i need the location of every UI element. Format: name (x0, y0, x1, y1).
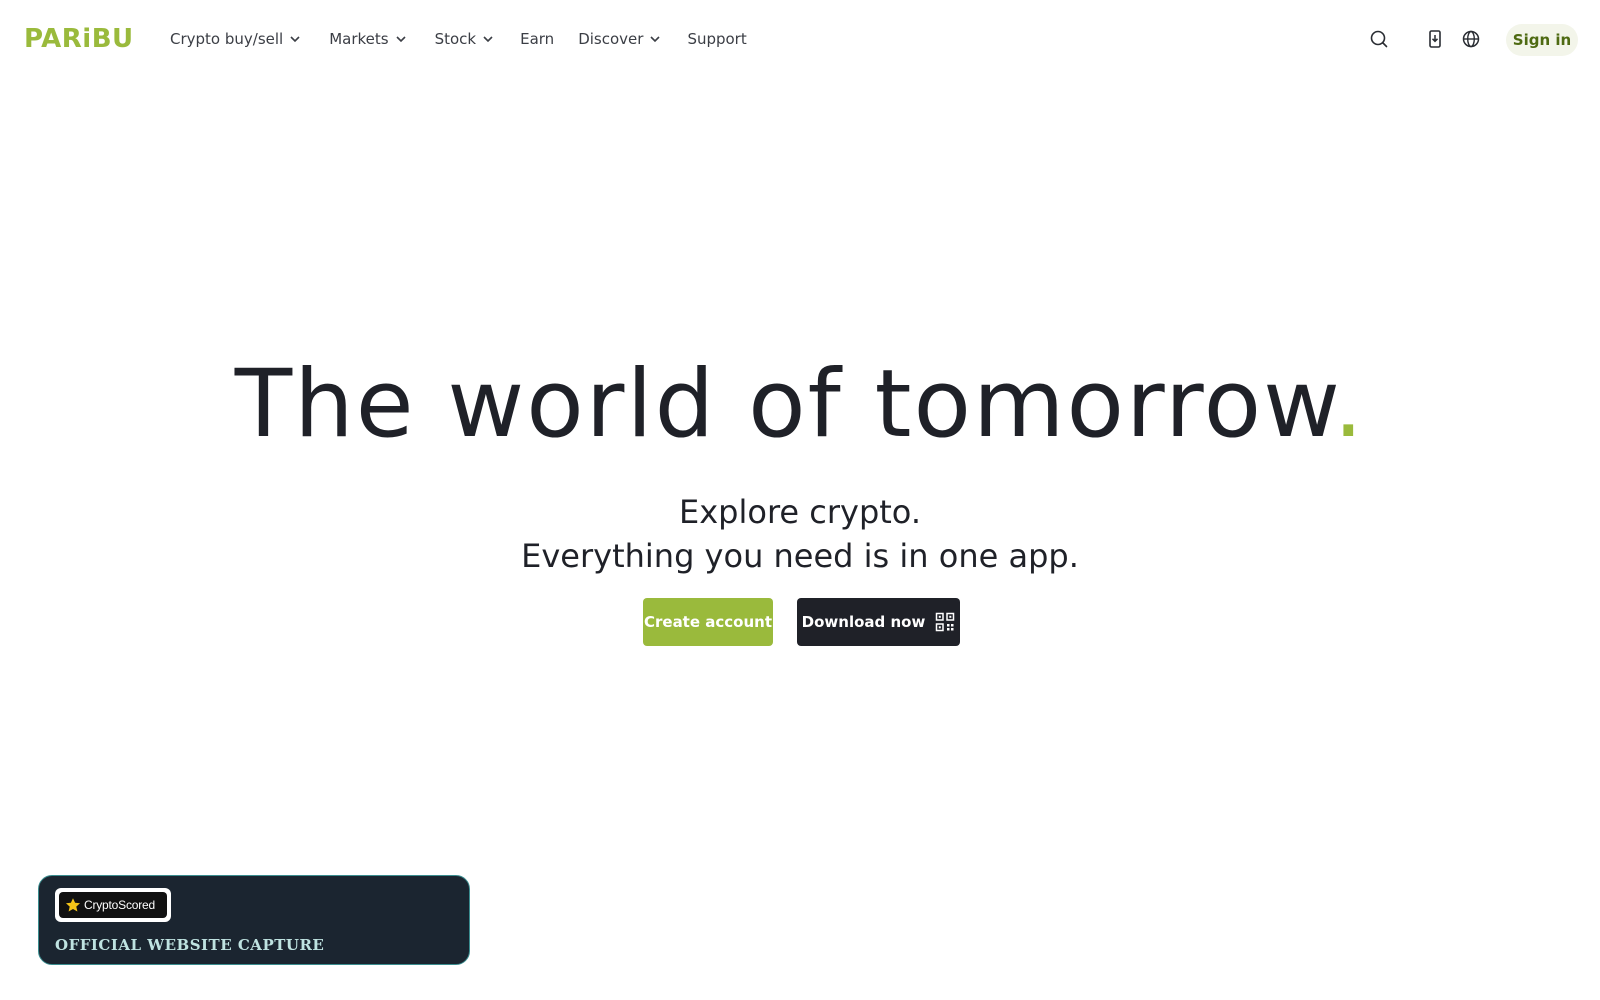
sign-in-button[interactable]: Sign in (1506, 24, 1578, 56)
badge-caption: OFFICIAL WEBSITE CAPTURE (55, 936, 325, 954)
cryptoscored-logo: CryptoScored (55, 888, 171, 922)
hero-title-text: The world of tomorrow (234, 350, 1334, 459)
chevron-down-icon (483, 36, 493, 43)
nav-item-stock[interactable]: Stock (435, 28, 495, 50)
nav-item-support[interactable]: Support (687, 28, 746, 50)
hero-title: The world of tomorrow. (0, 350, 1600, 460)
hero-subtitle-line2: Everything you need is in one app. (521, 537, 1079, 575)
chevron-down-icon (290, 36, 300, 43)
nav-item-label: Discover (578, 30, 644, 48)
page: PARiBU Crypto buy/sell Markets Stock Ear… (0, 0, 1600, 1000)
paribu-logo[interactable]: PARiBU (24, 24, 134, 54)
download-now-button[interactable]: Download now (797, 598, 960, 646)
hero-title-dot: . (1333, 350, 1366, 459)
download-app-icon[interactable] (1425, 29, 1445, 49)
main-nav: Crypto buy/sell Markets Stock Earn Disco… (170, 28, 747, 50)
star-icon (65, 898, 81, 912)
cryptoscored-badge: CryptoScored OFFICIAL WEBSITE CAPTURE (38, 875, 470, 965)
nav-item-label: Stock (434, 30, 477, 48)
qr-code-icon (936, 612, 955, 632)
nav-item-label: Support (687, 30, 747, 48)
hero-subtitle-line1: Explore crypto. (679, 493, 921, 531)
nav-item-label: Markets (329, 30, 389, 48)
search-icon[interactable] (1369, 29, 1389, 49)
download-now-label: Download now (801, 613, 926, 631)
chevron-down-icon (396, 36, 406, 43)
globe-icon[interactable] (1461, 29, 1481, 49)
nav-item-markets[interactable]: Markets (329, 28, 406, 50)
chevron-down-icon (650, 36, 661, 43)
nav-item-discover[interactable]: Discover (578, 28, 661, 50)
nav-item-earn[interactable]: Earn (520, 28, 554, 50)
nav-item-label: Crypto buy/sell (170, 30, 284, 48)
cryptoscored-brand: CryptoScored (84, 898, 155, 912)
nav-item-crypto-buy-sell[interactable]: Crypto buy/sell (170, 28, 301, 50)
create-account-button[interactable]: Create account (643, 598, 773, 646)
nav-item-label: Earn (520, 30, 555, 48)
site-header: PARiBU Crypto buy/sell Markets Stock Ear… (0, 0, 1600, 78)
